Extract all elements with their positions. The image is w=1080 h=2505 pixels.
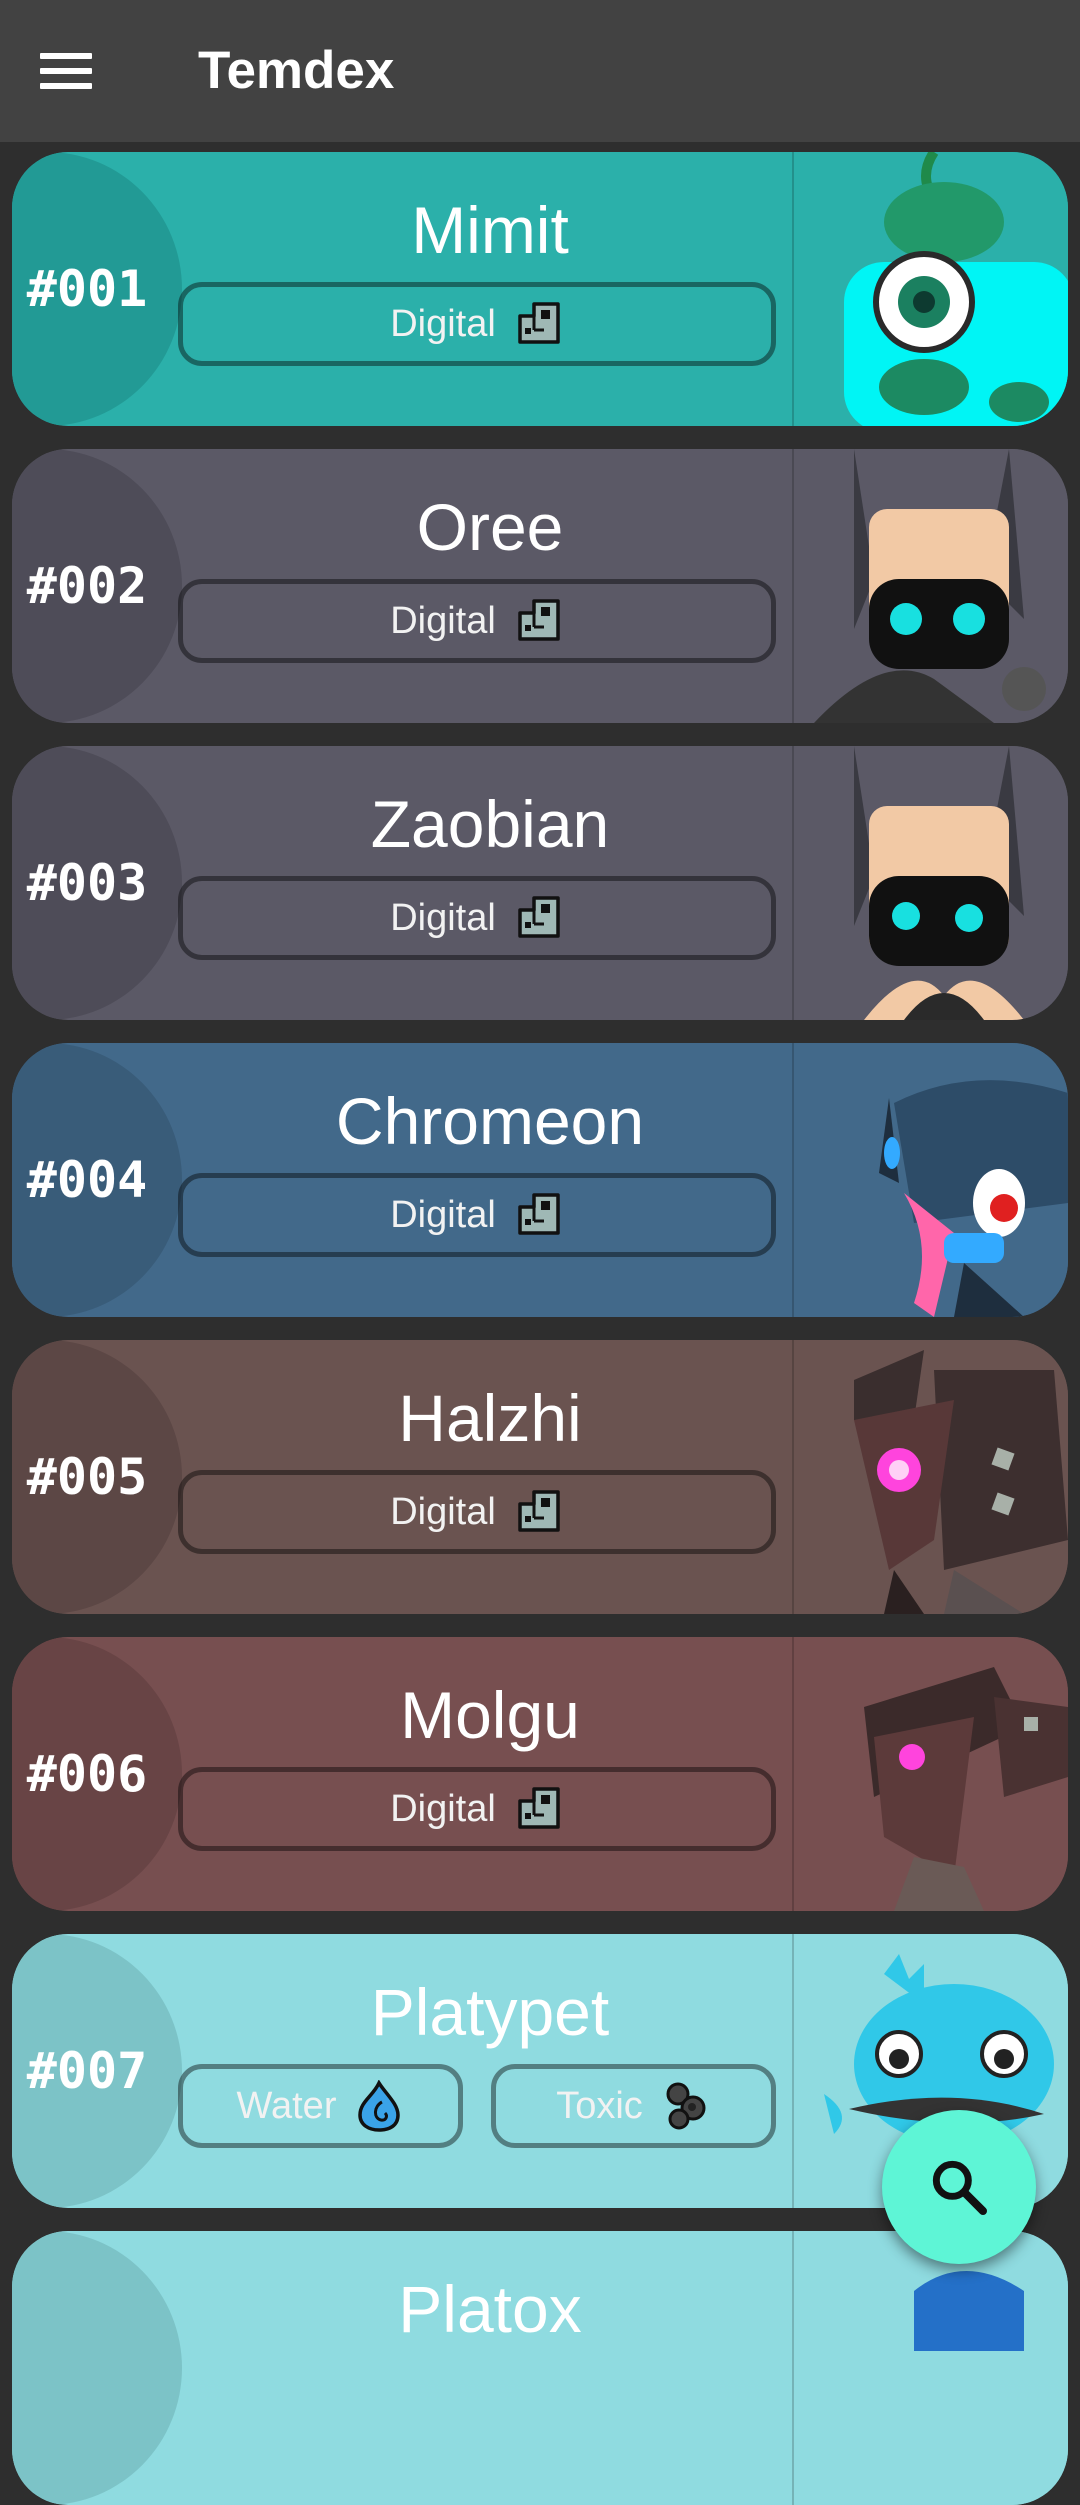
temtem-name: Halzhi — [398, 1381, 582, 1455]
temtem-card[interactable]: #004 Chromeon Digital — [12, 1043, 1068, 1317]
type-chip-toxic[interactable]: Toxic — [491, 2064, 776, 2148]
temtem-portrait — [794, 1637, 1068, 1911]
temtem-name: Mimit — [411, 193, 569, 267]
digital-type-icon — [514, 1486, 564, 1538]
temtem-number: #002 — [26, 557, 148, 615]
type-label: Digital — [390, 1490, 496, 1533]
temtem-card[interactable]: #002 Oree Digital — [12, 449, 1068, 723]
digital-type-icon — [514, 595, 564, 647]
temtem-number: #003 — [26, 854, 148, 912]
type-chip-digital[interactable]: Digital — [178, 1470, 776, 1554]
menu-icon[interactable] — [40, 36, 114, 106]
temtem-name: Zaobian — [370, 787, 610, 861]
temtem-number: #001 — [26, 260, 148, 318]
type-list: Digital — [178, 1767, 776, 1857]
temtem-card[interactable]: #005 Halzhi Digital — [12, 1340, 1068, 1614]
type-list: Digital — [178, 876, 776, 966]
temtem-portrait — [794, 152, 1068, 426]
type-label: Digital — [390, 896, 496, 939]
type-list: Water Toxic — [178, 2064, 776, 2154]
search-button[interactable] — [882, 2110, 1036, 2264]
type-list: Digital — [178, 1470, 776, 1560]
type-chip-digital[interactable]: Digital — [178, 1173, 776, 1257]
temtem-number: #006 — [26, 1745, 148, 1803]
temtem-portrait — [794, 746, 1068, 1020]
type-chip-digital[interactable]: Digital — [178, 876, 776, 960]
temtem-number — [12, 2231, 162, 2505]
type-chip-water[interactable]: Water — [178, 2064, 463, 2148]
app-bar: Temdex — [0, 0, 1080, 142]
temtem-name: Molgu — [400, 1678, 580, 1752]
type-list: Digital — [178, 282, 776, 372]
type-label: Water — [236, 2084, 337, 2127]
temtem-number: #007 — [26, 2042, 148, 2100]
temtem-number: #004 — [26, 1151, 148, 1209]
type-label: Digital — [390, 1193, 496, 1236]
digital-type-icon — [514, 892, 564, 944]
digital-type-icon — [514, 1783, 564, 1835]
temtem-card[interactable]: #006 Molgu Digital — [12, 1637, 1068, 1911]
toxic-type-icon — [661, 2080, 711, 2132]
temtem-card[interactable]: #003 Zaobian Digital — [12, 746, 1068, 1020]
digital-type-icon — [514, 1189, 564, 1241]
search-icon — [932, 2160, 987, 2215]
type-label: Digital — [390, 599, 496, 642]
temtem-name: Platox — [398, 2272, 582, 2346]
type-label: Digital — [390, 1787, 496, 1830]
type-label: Toxic — [556, 2084, 643, 2127]
type-chip-digital[interactable]: Digital — [178, 579, 776, 663]
temtem-number: #005 — [26, 1448, 148, 1506]
temtem-portrait — [794, 2231, 1068, 2505]
temtem-name: Platypet — [370, 1975, 610, 2049]
temtem-portrait — [794, 449, 1068, 723]
type-chip-digital[interactable]: Digital — [178, 1767, 776, 1851]
digital-type-icon — [514, 298, 564, 350]
temtem-name: Chromeon — [335, 1084, 645, 1158]
temtem-name: Oree — [416, 490, 564, 564]
type-list: Digital — [178, 1173, 776, 1263]
temtem-card[interactable]: Platox — [12, 2231, 1068, 2505]
type-label: Digital — [390, 302, 496, 345]
water-type-icon — [354, 2079, 404, 2132]
temtem-portrait — [794, 1340, 1068, 1614]
temtem-card[interactable]: #001 Mimit Digital — [12, 152, 1068, 426]
type-list: Digital — [178, 579, 776, 669]
app-title: Temdex — [198, 41, 395, 100]
temtem-portrait — [794, 1043, 1068, 1317]
type-chip-digital[interactable]: Digital — [178, 282, 776, 366]
